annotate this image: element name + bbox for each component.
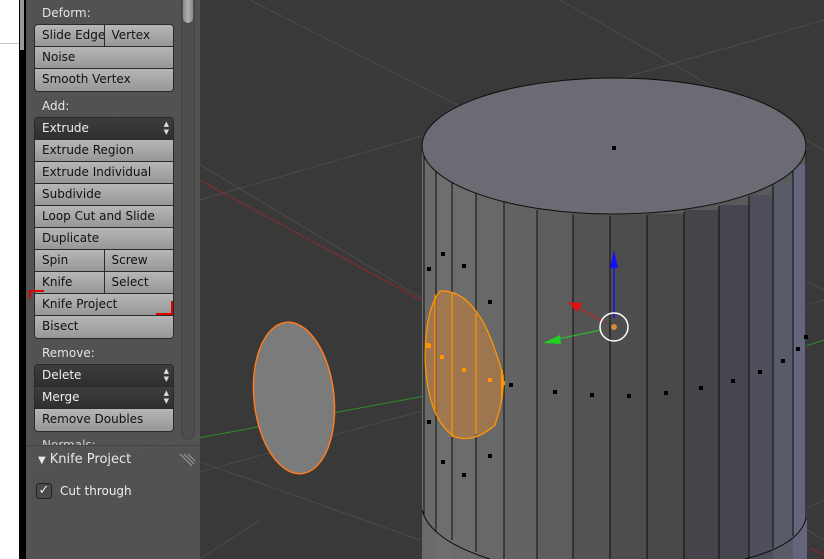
vertex bbox=[612, 146, 616, 150]
dropdown-arrows-icon: ▲ ▼ bbox=[163, 389, 169, 405]
x-axis-line bbox=[189, 174, 431, 306]
grid-line bbox=[199, 519, 261, 559]
screw-button[interactable]: Screw bbox=[103, 250, 173, 271]
add-section-label: Add: bbox=[42, 99, 70, 113]
normals-section-label: Normals: bbox=[42, 438, 96, 445]
extrude-dropdown-label: Extrude bbox=[42, 121, 89, 135]
vertex-button[interactable]: Vertex bbox=[103, 25, 173, 46]
left-edge-area bbox=[0, 0, 20, 559]
bisect-button[interactable]: Bisect bbox=[35, 316, 173, 338]
operator-panel-title: Knife Project bbox=[49, 452, 132, 467]
remove-doubles-button[interactable]: Remove Doubles bbox=[35, 409, 173, 431]
deform-section-label: Deform: bbox=[42, 6, 91, 20]
checkmark-icon[interactable]: ✓ bbox=[36, 483, 52, 499]
left-scrollbar-thumb[interactable] bbox=[20, 0, 24, 50]
operator-panel-header[interactable]: ▼ Knife Project bbox=[38, 452, 131, 467]
knife-project-button[interactable]: Knife Project bbox=[35, 294, 173, 315]
operator-panel: ▼ Knife Project ✓ Cut through bbox=[26, 445, 200, 559]
tool-shelf-scrollbar[interactable] bbox=[181, 0, 195, 440]
left-scrollbar[interactable] bbox=[19, 0, 26, 559]
knife-button[interactable]: Knife bbox=[35, 272, 104, 293]
loop-cut-and-slide-button[interactable]: Loop Cut and Slide bbox=[35, 206, 173, 227]
merge-dropdown-label: Merge bbox=[42, 390, 80, 404]
delete-dropdown[interactable]: Delete ▲ ▼ bbox=[35, 365, 173, 386]
ellipse-cutter-object[interactable] bbox=[246, 318, 341, 478]
tool-shelf: Deform: Slide Edge Vertex Noise Smooth V… bbox=[26, 0, 200, 559]
dropdown-arrows-icon: ▲ ▼ bbox=[163, 120, 169, 136]
cut-through-label: Cut through bbox=[60, 484, 132, 498]
spin-button[interactable]: Spin bbox=[35, 250, 104, 271]
object-origin bbox=[611, 324, 617, 330]
annotation-mark bbox=[29, 290, 31, 298]
extrude-dropdown[interactable]: Extrude ▲ ▼ bbox=[35, 118, 173, 139]
x-axis-line bbox=[809, 547, 824, 556]
deform-buttons: Slide Edge Vertex Noise Smooth Vertex bbox=[34, 24, 174, 92]
cut-through-checkbox[interactable]: ✓ Cut through bbox=[36, 483, 132, 499]
dropdown-arrows-icon: ▲ ▼ bbox=[163, 367, 169, 383]
subdivide-button[interactable]: Subdivide bbox=[35, 184, 173, 205]
tool-shelf-scrollbar-thumb[interactable] bbox=[183, 0, 193, 23]
delete-dropdown-label: Delete bbox=[42, 368, 82, 382]
annotation-mark bbox=[29, 290, 44, 292]
remove-section-label: Remove: bbox=[42, 346, 95, 360]
noise-button[interactable]: Noise bbox=[35, 47, 173, 68]
slide-edge-button[interactable]: Slide Edge bbox=[35, 25, 104, 46]
panel-resize-grip-icon[interactable] bbox=[176, 450, 196, 470]
divider bbox=[0, 43, 20, 44]
duplicate-button[interactable]: Duplicate bbox=[35, 228, 173, 249]
tool-shelf-content: Deform: Slide Edge Vertex Noise Smooth V… bbox=[26, 0, 200, 445]
select-button[interactable]: Select bbox=[103, 272, 173, 293]
annotation-mark bbox=[171, 301, 173, 315]
add-buttons: Extrude ▲ ▼ Extrude Region Extrude Indivi… bbox=[34, 117, 174, 339]
collapse-triangle-icon[interactable]: ▼ bbox=[38, 455, 46, 466]
remove-buttons: Delete ▲ ▼ Merge ▲ ▼ Remove Doubles bbox=[34, 364, 174, 432]
smooth-vertex-button[interactable]: Smooth Vertex bbox=[35, 69, 173, 91]
merge-dropdown[interactable]: Merge ▲ ▼ bbox=[35, 387, 173, 408]
extrude-individual-button[interactable]: Extrude Individual bbox=[35, 162, 173, 183]
extrude-region-button[interactable]: Extrude Region bbox=[35, 140, 173, 161]
